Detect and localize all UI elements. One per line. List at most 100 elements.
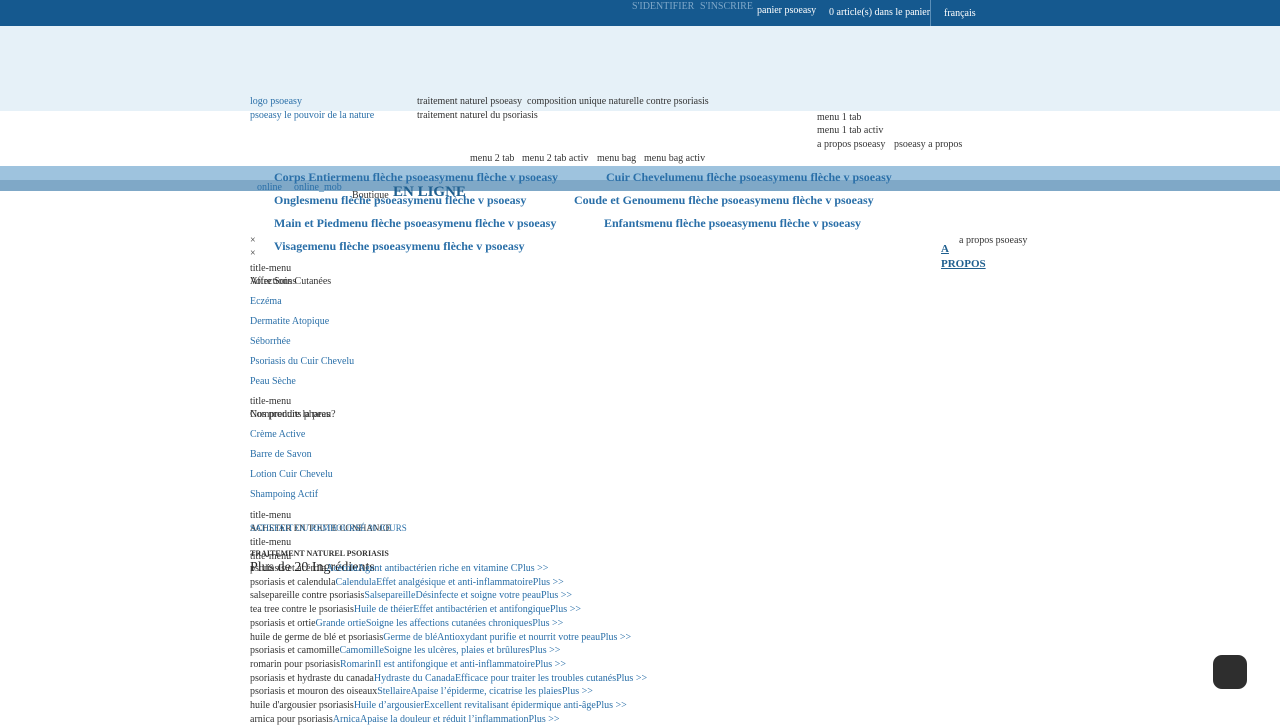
language-flag-icon[interactable]: français [944,8,976,19]
nav-apropos-line2: PROPOS [941,258,986,270]
banner-image-1: traitement naturel psoeasy [417,96,522,107]
apropos-image-1[interactable]: a propos psoeasy [817,139,885,150]
banner-image-3: traitement naturel du psoriasis [417,110,538,121]
cart-count-link[interactable]: 0 article(s) dans le panier [829,7,930,18]
ingredient-more-link[interactable]: Plus >> [562,686,593,697]
ingredient-row[interactable]: psoriasis et ortieGrande ortieSoigne les… [250,618,563,629]
menu-bag-image[interactable]: menu bag [597,153,636,164]
sidebar-link-shampoing[interactable]: Shampoing Actif [250,489,318,500]
nav-apropos[interactable]: A PROPOS [941,242,986,272]
sidebar-link-dermatite[interactable]: Dermatite Atopique [250,316,329,327]
nav-coude-genou[interactable]: Coude et Genoumenu flèche psoeasymenu fl… [574,193,874,208]
ingredient-more-link[interactable]: Plus >> [517,563,548,574]
title-menu-image: title-menu [250,263,292,274]
menu1-tab-active-image[interactable]: menu 1 tab activ [817,125,883,136]
top-bar-separator [930,0,931,26]
ingredient-row[interactable]: psoriasis et calendulaCalendulaEffet ana… [250,577,564,588]
nav-cuir-chevelu[interactable]: Cuir Chevelumenu flèche psoeasymenu flèc… [606,170,892,185]
ingredient-name: Stellaire [377,686,411,698]
ingredient-row[interactable]: tea tree contre le psoriasisHuile de thé… [250,604,581,615]
ingredient-name: Romarin [340,658,375,670]
chevron-down-icon: menu flèche v psoeasy [748,216,862,230]
ingredient-image-alt: psoriasis et mouron des oiseaux [250,686,378,698]
ingredient-image-alt: tea tree contre le psoriasis [250,604,354,616]
sidebar-link-barre-savon[interactable]: Barre de Savon [250,449,312,460]
title-menu-image: title-menu [250,537,292,548]
ingredient-desc: Antioxydant purifie et nourrit votre pea… [437,631,601,643]
tagline-image: psoeasy le pouvoir de la nature [250,110,375,121]
chevron-right-icon: menu flèche psoeasy [644,216,749,230]
sidebar-link-creme-active[interactable]: Crème Active [250,429,305,440]
ingredient-name: Salsepareille [364,590,416,602]
ingredient-desc: Il est antifongique et anti-inflammatoir… [375,658,535,670]
nav-apropos-line1: A [941,243,949,255]
chevron-down-icon: menu flèche v psoeasy [445,170,558,184]
ingredient-name: Arnica [332,713,360,725]
ingredient-desc: Effet antibactérien et antifongique [413,604,550,616]
close-icon[interactable]: × [250,235,256,246]
chevron-down-icon: menu flèche v psoeasy [413,193,527,207]
nav-coude-genou-label: Coude et Genou [574,193,657,207]
menu-bag-active-image[interactable]: menu bag activ [644,153,705,164]
chevron-right-icon: menu flèche psoeasy [307,239,412,253]
banner-image-2: composition unique naturelle contre psor… [527,96,709,107]
ingredient-row[interactable]: psoriasis et acérolaAcérolaAgent antibac… [250,563,548,574]
sidebar-link-seborrhee[interactable]: Séborrhée [250,336,291,347]
sidebar-link-cuir-chevelu[interactable]: Psoriasis du Cuir Chevelu [250,356,354,367]
ingredient-image-alt: huile de germe de blé et psoriasis [250,631,384,643]
login-link[interactable]: S'IDENTIFIER [632,1,694,12]
ingredient-row[interactable]: psoriasis et mouron des oiseauxStellaire… [250,686,593,697]
ingredient-more-link[interactable]: Plus >> [600,632,631,643]
ingredient-more-link[interactable]: Plus >> [596,700,627,711]
ingredient-row[interactable]: arnica pour psoriasisArnicaApaise la dou… [250,714,560,725]
chevron-down-icon: menu flèche v psoeasy [411,239,525,253]
nav-cuir-chevelu-label: Cuir Chevelu [606,170,675,184]
ingredient-row[interactable]: huile de germe de blé et psoriasisGerme … [250,632,631,643]
close-icon[interactable]: × [250,248,256,259]
ingredient-more-link[interactable]: Plus >> [541,590,572,601]
nav-corps-entier[interactable]: Corps Entiermenu flèche psoeasymenu flèc… [274,170,558,185]
ingredient-image-alt: psoriasis et calendula [250,576,336,588]
ingredient-row[interactable]: psoriasis et hydraste du canadaHydraste … [250,673,647,684]
ingredient-more-link[interactable]: Plus >> [532,618,563,629]
ingredient-name: Hydraste du Canada [373,672,455,684]
chevron-right-icon: menu flèche psoeasy [339,216,444,230]
logo[interactable]: logo psoeasy [250,96,302,107]
cart-icon[interactable]: panier psoeasy [757,5,816,16]
ingredient-row[interactable]: romarin pour psoriasisRomarinIl est anti… [250,659,566,670]
ingredient-row[interactable]: huile d'argousier psoriasisHuile d’argou… [250,700,627,711]
apropos-nav-image: a propos psoeasy [959,235,1028,246]
ingredient-more-link[interactable]: Plus >> [535,659,566,670]
ingredient-row[interactable]: psoriasis et camomilleCamomilleSoigne le… [250,645,560,656]
nav-enfants[interactable]: Enfantsmenu flèche psoeasymenu flèche v … [604,216,861,231]
nav-ongles[interactable]: Onglesmenu flèche psoeasymenu flèche v p… [274,193,526,208]
sidebar-link-eczema[interactable]: Eczéma [250,296,282,307]
register-link[interactable]: S'INSCRIRE [700,1,753,12]
chevron-down-icon: menu flèche v psoeasy [760,193,874,207]
ingredient-name: Calendula [335,576,377,588]
apropos-image-2[interactable]: psoeasy a propos [894,139,962,150]
ingredient-more-link[interactable]: Plus >> [529,714,560,725]
menu1-tab-image[interactable]: menu 1 tab [817,112,861,123]
nav-main-pied[interactable]: Main et Piedmenu flèche psoeasymenu flèc… [274,216,556,231]
ingredient-desc: Efficace pour traiter les troubles cutan… [454,672,617,684]
menu2-tab-image[interactable]: menu 2 tab [470,153,514,164]
ingredient-more-link[interactable]: Plus >> [616,673,647,684]
ingredient-more-link[interactable]: Plus >> [550,604,581,615]
nav-main-pied-label: Main et Pied [274,216,340,230]
ingredient-desc: Effet analgésique et anti-inflammatoire [376,576,533,588]
sidebar-link-lotion[interactable]: Lotion Cuir Chevelu [250,469,333,480]
ingredient-desc: Agent antibactérien riche en vitamine C [357,563,518,574]
ingredient-image-alt: psoriasis et camomille [250,645,340,657]
ingredient-name: Grande ortie [315,617,366,629]
ingredient-row[interactable]: salsepareille contre psoriasisSalseparei… [250,590,572,601]
section1-heading-overlap: Votre Soins [250,276,297,287]
sidebar-link-peau-seche[interactable]: Peau Sèche [250,376,296,387]
chat-button[interactable] [1213,655,1247,689]
nav-visage[interactable]: Visagemenu flèche psoeasymenu flèche v p… [274,239,525,254]
chevron-right-icon: menu flèche psoeasy [309,193,414,207]
ingredient-more-link[interactable]: Plus >> [529,645,560,656]
ingredient-more-link[interactable]: Plus >> [533,577,564,588]
menu2-tab-active-image[interactable]: menu 2 tab activ [522,153,588,164]
nav-enfants-label: Enfants [604,216,645,230]
